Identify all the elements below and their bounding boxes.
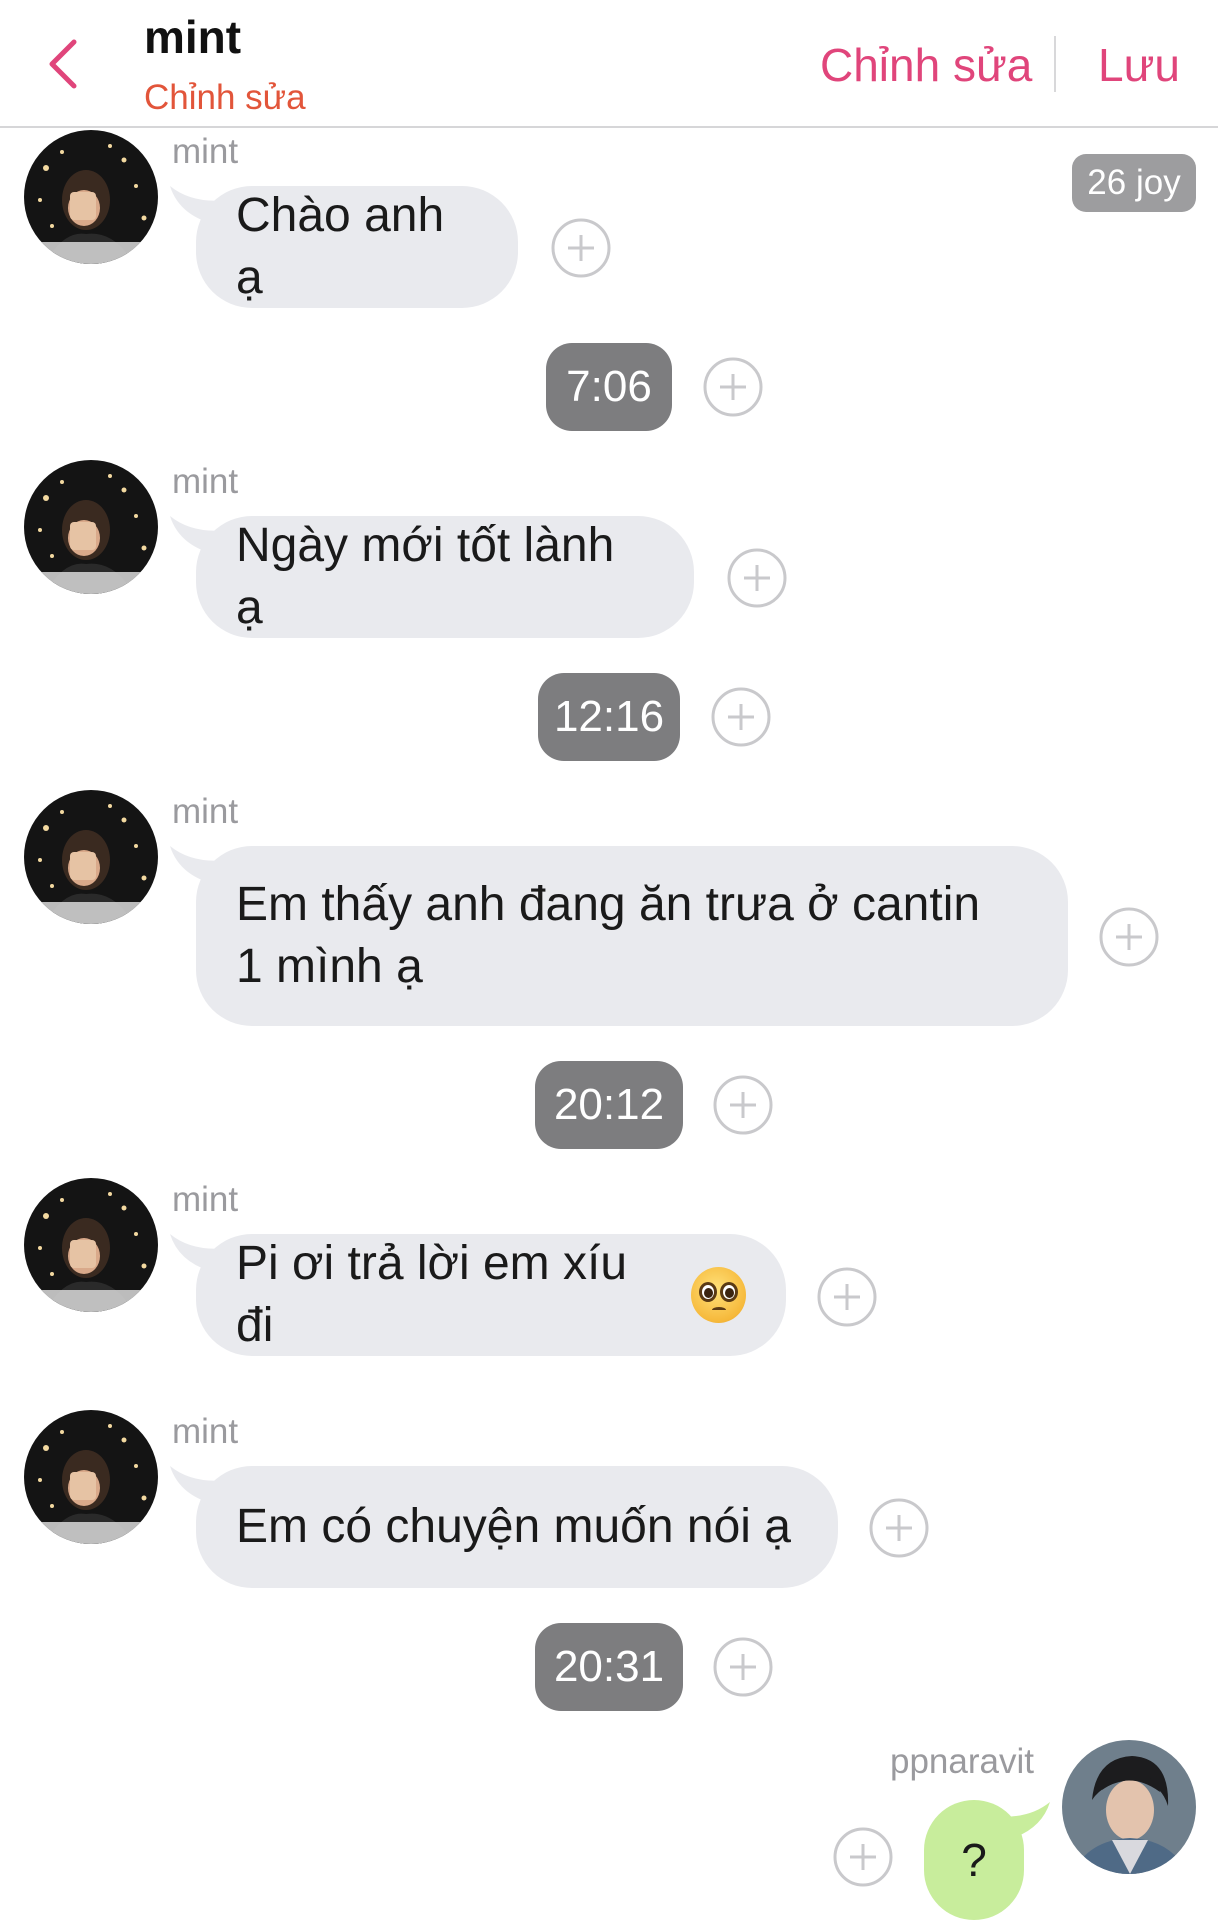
sender-avatar[interactable] (24, 130, 158, 264)
avatar-photo (24, 130, 158, 264)
pleading-face-emoji (690, 1267, 746, 1323)
back-button[interactable] (40, 36, 90, 92)
sender-name: mint (172, 1180, 239, 1219)
message-bubble[interactable]: Ngày mới tốt lành ạ (196, 516, 694, 638)
sender-name: mint (172, 132, 239, 171)
edit-button[interactable]: Chỉnh sửa (820, 38, 1032, 92)
chevron-left-icon (49, 39, 77, 89)
sender-avatar[interactable] (24, 460, 158, 594)
reply-sender-name: ppnaravit (890, 1742, 1034, 1781)
chat-screen: mint Chỉnh sửa Chỉnh sửa Lưu 26 joy mint… (0, 0, 1218, 1920)
sender-avatar[interactable] (24, 1410, 158, 1544)
sender-avatar[interactable] (24, 1178, 158, 1312)
chat-title: mint (144, 11, 242, 63)
sender-name: mint (172, 792, 239, 831)
time-badge: 20:31 (535, 1623, 683, 1711)
plus-circle-icon[interactable] (1098, 906, 1160, 968)
chat-subtitle: Chỉnh sửa (144, 78, 306, 117)
plus-circle-icon[interactable] (710, 686, 772, 748)
plus-circle-icon[interactable] (550, 217, 612, 279)
avatar-photo (1062, 1740, 1196, 1874)
avatar-photo (24, 1178, 158, 1312)
plus-circle-icon[interactable] (832, 1826, 894, 1888)
sender-name: mint (172, 462, 239, 501)
time-badge: 20:12 (535, 1061, 683, 1149)
plus-circle-icon[interactable] (868, 1497, 930, 1559)
user-avatar[interactable] (1062, 1740, 1196, 1874)
time-badge: 12:16 (538, 673, 680, 761)
joy-badge: 26 joy (1072, 154, 1196, 212)
plus-circle-icon[interactable] (712, 1074, 774, 1136)
message-bubble[interactable]: Pi ơi trả lời em xíu đi (196, 1234, 786, 1356)
top-bar: mint Chỉnh sửa Chỉnh sửa Lưu (0, 0, 1218, 128)
save-button[interactable]: Lưu (1098, 38, 1180, 92)
sender-name: mint (172, 1412, 239, 1451)
message-text: Em thấy anh đang ăn trưa ở cantin 1 mình… (236, 878, 981, 993)
message-text: Em có chuyện muốn nói ạ (236, 1500, 791, 1553)
message-text: Chào anh ạ (236, 189, 445, 304)
plus-circle-icon[interactable] (816, 1266, 878, 1328)
message-bubble[interactable]: Em thấy anh đang ăn trưa ở cantin 1 mình… (196, 846, 1068, 1026)
plus-circle-icon[interactable] (702, 356, 764, 418)
message-text: Ngày mới tốt lành ạ (236, 519, 615, 634)
avatar-photo (24, 1410, 158, 1544)
reply-text: ? (961, 1834, 987, 1886)
header-divider (1054, 36, 1056, 92)
avatar-photo (24, 460, 158, 594)
reply-bubble[interactable]: ? (924, 1800, 1024, 1920)
sender-avatar[interactable] (24, 790, 158, 924)
message-text: Pi ơi trả lời em xíu đi (236, 1237, 628, 1352)
plus-circle-icon[interactable] (726, 547, 788, 609)
message-bubble[interactable]: Chào anh ạ (196, 186, 518, 308)
plus-circle-icon[interactable] (712, 1636, 774, 1698)
avatar-photo (24, 790, 158, 924)
time-badge: 7:06 (546, 343, 672, 431)
message-bubble[interactable]: Em có chuyện muốn nói ạ (196, 1466, 838, 1588)
